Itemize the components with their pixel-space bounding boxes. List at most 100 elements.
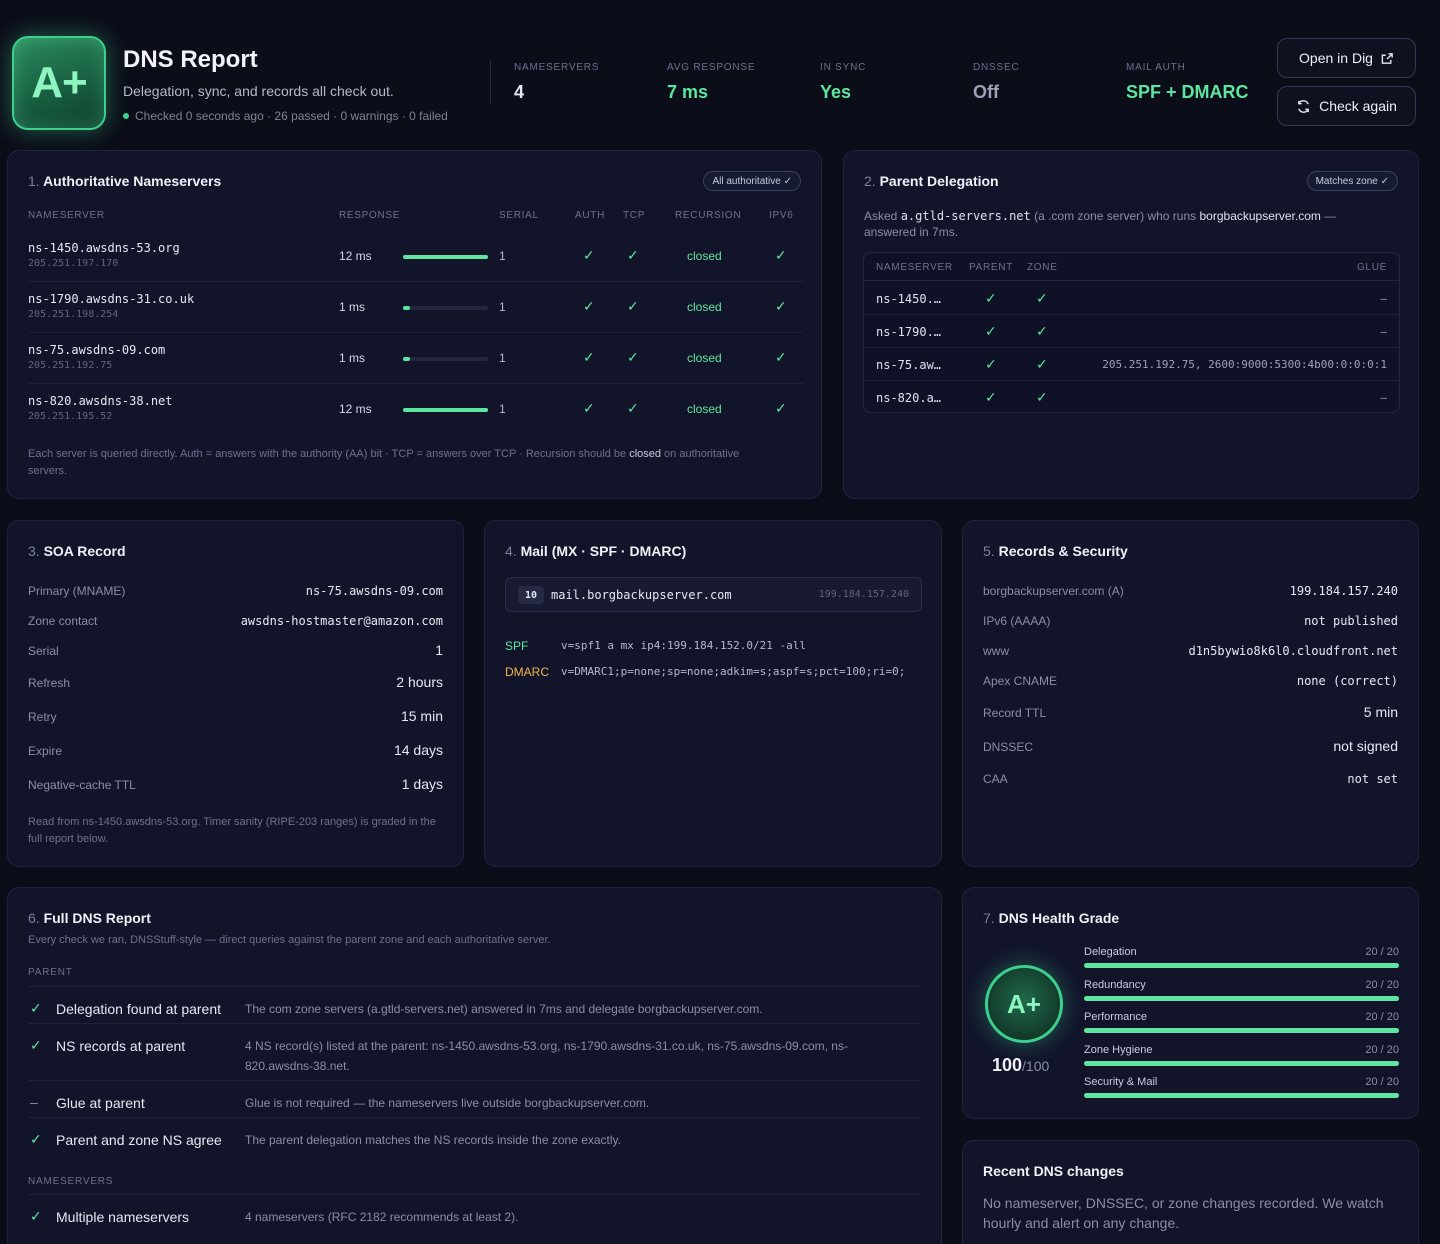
spf-value: v=spf1 a mx ip4:199.184.152.0/21 -all <box>561 639 807 652</box>
nameserver-name: ns-1790.awsdns-31.co.uk <box>28 292 195 306</box>
check-status-text: Checked 0 seconds ago · 26 passed · 0 wa… <box>135 109 448 123</box>
check-name: Delegation found at parent <box>56 1001 222 1017</box>
check-again-button[interactable]: Check again <box>1277 86 1416 126</box>
card-number: 5. <box>983 543 995 559</box>
record-value: none (correct) <box>1296 674 1398 688</box>
card-title: 1. Authoritative Nameservers <box>28 173 221 189</box>
note-emphasis: closed <box>629 448 661 460</box>
card-title-text: Mail (MX · SPF · DMARC) <box>520 543 687 559</box>
check-row: – Glue at parent Glue is not required — th… <box>28 1080 921 1117</box>
section-parent: PARENT <box>28 967 73 978</box>
recent-changes-title: Recent DNS changes <box>983 1163 1124 1179</box>
recursion-status: closed <box>687 402 722 416</box>
auth-check-icon: ✓ <box>583 298 595 314</box>
health-grade-card: 7. DNS Health Grade A+ 100/100 Delegatio… <box>962 887 1419 1119</box>
stat-label: MAIL AUTH <box>1126 62 1186 73</box>
full-report-subtitle: Every check we ran, DNSStuff-style — dir… <box>28 934 551 946</box>
card-title-text: Full DNS Report <box>43 910 151 926</box>
open-in-dig-button[interactable]: Open in Dig <box>1277 38 1416 78</box>
status-dot-icon <box>123 113 129 119</box>
soa-value: 15 min <box>400 708 443 724</box>
grade-item-bar <box>1084 1028 1399 1033</box>
card-number: 4. <box>505 543 517 559</box>
soa-value: ns-75.awsdns-09.com <box>305 584 443 598</box>
delegation-row: ns-1450.… ✓ ✓ – <box>864 282 1399 315</box>
header-divider <box>490 60 491 104</box>
record-key: IPv6 (AAAA) <box>983 614 1051 628</box>
auth-check-icon: ✓ <box>583 349 595 365</box>
card-title: 7. DNS Health Grade <box>983 910 1119 926</box>
soa-row: Expire 14 days <box>28 742 443 764</box>
stat-nameservers: NAMESERVERS 4 <box>514 62 667 103</box>
recursion-status: closed <box>687 300 722 314</box>
check-description: The parent delegation matches the NS rec… <box>245 1133 621 1147</box>
grade-item: Security & Mail 20 / 20 <box>1084 1076 1399 1108</box>
record-value: not signed <box>1333 738 1398 754</box>
record-key: DNSSEC <box>983 740 1034 754</box>
check-description: 4 NS record(s) listed at the parent: ns-… <box>245 1039 848 1073</box>
response-bar-fill <box>403 408 488 412</box>
soa-key: Expire <box>28 744 63 758</box>
ipv6-check-icon: ✓ <box>775 400 787 416</box>
record-value: 199.184.157.240 <box>1289 584 1398 598</box>
grade-item-value: 20 / 20 <box>1365 1011 1399 1023</box>
stat-in-sync: IN SYNC Yes <box>820 62 973 103</box>
mx-priority: 10 <box>518 586 544 604</box>
grade-item: Delegation 20 / 20 <box>1084 946 1399 978</box>
grade-badge: A+ <box>12 36 106 130</box>
col-auth: AUTH <box>575 210 606 221</box>
stat-label: DNSSEC <box>973 62 1020 73</box>
parent-check-icon: ✓ <box>985 290 997 306</box>
grade-item: Zone Hygiene 20 / 20 <box>1084 1044 1399 1076</box>
record-row: IPv6 (AAAA) not published <box>983 614 1398 634</box>
nameserver-ip: 205.251.198.254 <box>28 309 119 320</box>
record-key: www <box>983 644 1009 658</box>
tcp-check-icon: ✓ <box>627 349 639 365</box>
delegation-ns: ns-75.aw… <box>876 358 942 372</box>
stat-value: 4 <box>514 82 525 102</box>
soa-value: awsdns-hostmaster@amazon.com <box>240 614 443 628</box>
grade-item-name: Delegation <box>1084 946 1137 958</box>
ipv6-check-icon: ✓ <box>775 349 787 365</box>
recent-changes-text: No nameserver, DNSSEC, or zone changes r… <box>983 1195 1384 1231</box>
records-security-card: 5. Records & Security borgbackupserver.c… <box>962 520 1419 867</box>
page-subtitle: Delegation, sync, and records all check … <box>123 83 394 99</box>
recent-changes-card: Recent DNS changes No nameserver, DNSSEC… <box>962 1140 1419 1244</box>
response-bar <box>403 357 488 361</box>
soa-key: Serial <box>28 644 59 658</box>
external-link-icon <box>1381 52 1393 64</box>
dmarc-label: DMARC <box>505 665 549 679</box>
check-name: Parent and zone NS agree <box>56 1132 222 1148</box>
nameserver-row: ns-1790.awsdns-31.co.uk 205.251.198.254 1 … <box>28 282 804 333</box>
stat-label: NAMESERVERS <box>514 62 600 73</box>
authoritative-nameservers-card: 1. Authoritative Nameservers All authori… <box>7 150 822 499</box>
score-max: /100 <box>1022 1058 1050 1074</box>
nameserver-name: ns-1450.awsdns-53.org <box>28 241 180 255</box>
grade-item-bar-fill <box>1084 1060 1399 1066</box>
pass-check-icon: ✓ <box>30 1131 42 1147</box>
response-time: 1 ms <box>339 300 366 314</box>
soa-key: Retry <box>28 710 57 724</box>
score-value: 100 <box>992 1055 1023 1075</box>
parent-check-icon: ✓ <box>985 356 997 372</box>
desc-mid: (a .com zone server) who runs <box>1034 209 1197 223</box>
check-name: Multiple nameservers <box>56 1209 190 1225</box>
soa-value: 1 <box>435 642 443 658</box>
summary-stats: NAMESERVERS 4 AVG RESPONSE 7 ms IN SYNC Yes DN… <box>514 62 1279 103</box>
refresh-icon <box>1298 99 1309 113</box>
response-bar-fill <box>403 255 488 259</box>
report-header: A+ DNS Report Delegation, sync, and reco… <box>0 0 1440 150</box>
soa-row: Negative-cache TTL 1 days <box>28 776 443 798</box>
grade-item-name: Security & Mail <box>1084 1076 1158 1088</box>
spf-label: SPF <box>505 639 529 653</box>
soa-key: Primary (MNAME) <box>28 584 126 598</box>
soa-value: 1 days <box>401 776 443 792</box>
stat-label: IN SYNC <box>820 62 867 73</box>
parent-check-icon: ✓ <box>985 389 997 405</box>
soa-note: Read from ns-1450.awsdns-53.org. Timer s… <box>28 816 436 845</box>
pass-check-icon: ✓ <box>30 1000 42 1016</box>
card-title: 5. Records & Security <box>983 543 1128 559</box>
check-row: ✓ Delegation found at parent The com zone … <box>28 986 921 1023</box>
title-block: DNS Report Delegation, sync, and records… <box>123 46 448 123</box>
stat-label: AVG RESPONSE <box>667 62 756 73</box>
